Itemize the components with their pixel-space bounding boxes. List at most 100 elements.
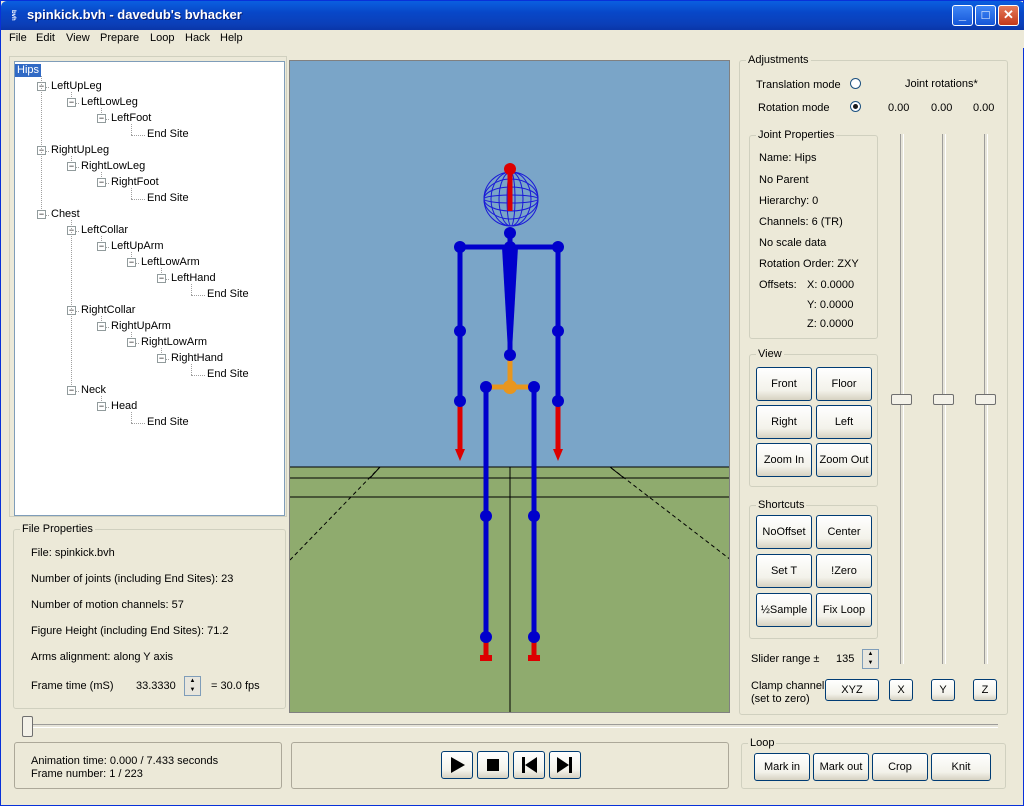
joint-hierarchy-tree[interactable]: Hips − LeftUpLeg − LeftLowLeg − LeftFoot End Si… — [14, 61, 285, 516]
tree-node[interactable]: End Site — [147, 416, 189, 429]
center-button[interactable]: Center — [816, 515, 872, 549]
fix-loop-button[interactable]: Fix Loop — [816, 593, 872, 627]
stop-button[interactable] — [477, 751, 509, 779]
tree-node[interactable]: LeftCollar — [81, 224, 128, 237]
3d-viewport[interactable] — [289, 60, 730, 713]
collapse-icon[interactable]: − — [127, 258, 136, 267]
tree-node[interactable]: Hips — [15, 64, 42, 77]
collapse-icon[interactable]: − — [97, 322, 106, 331]
tree-connector — [131, 423, 145, 424]
nooffset-button[interactable]: NoOffset — [756, 515, 812, 549]
crop-button[interactable]: Crop — [872, 753, 928, 781]
tree-node[interactable]: RightHand — [171, 352, 223, 365]
collapse-icon[interactable]: − — [97, 178, 106, 187]
clamp-channel-sublabel: (set to zero) — [751, 693, 810, 705]
joint-rotations-label: Joint rotations* — [905, 78, 978, 90]
spinner-down-icon[interactable]: ▼ — [185, 686, 200, 695]
set-t-button[interactable]: Set T — [756, 554, 812, 588]
tree-node[interactable]: LeftUpLeg — [51, 80, 102, 93]
right-view-button[interactable]: Right — [756, 405, 812, 439]
tree-node[interactable]: RightLowArm — [141, 336, 207, 349]
tree-node[interactable]: Head — [111, 400, 137, 413]
tree-node[interactable]: LeftLowLeg — [81, 96, 138, 109]
tree-connector — [71, 220, 72, 391]
collapse-icon[interactable]: − — [67, 98, 76, 107]
menu-help[interactable]: Help — [220, 32, 243, 44]
arms-alignment: Arms alignment: along Y axis — [31, 651, 174, 663]
offset-x: X: 0.0000 — [807, 279, 855, 291]
maximize-button[interactable]: □ — [975, 5, 996, 26]
timeline-slider-thumb[interactable] — [22, 716, 33, 737]
rotation-z-slider-thumb[interactable] — [975, 394, 996, 405]
zero-button[interactable]: !Zero — [816, 554, 872, 588]
channel-count: Number of motion channels: 57 — [31, 599, 184, 611]
minimize-button[interactable]: _ — [952, 5, 973, 26]
tree-node[interactable]: RightFoot — [111, 176, 159, 189]
mark-out-button[interactable]: Mark out — [813, 753, 869, 781]
half-sample-button[interactable]: ½Sample — [756, 593, 812, 627]
collapse-icon[interactable]: − — [97, 242, 106, 251]
frame-time-spinner[interactable]: ▲ ▼ — [184, 676, 201, 696]
timeline-slider-track[interactable] — [23, 724, 998, 728]
tree-connector — [131, 124, 132, 135]
zoom-out-button[interactable]: Zoom Out — [816, 443, 872, 477]
tree-node[interactable]: End Site — [147, 128, 189, 141]
tree-node[interactable]: LeftLowArm — [141, 256, 200, 269]
tree-node[interactable]: End Site — [207, 288, 249, 301]
tree-node[interactable]: Neck — [81, 384, 106, 397]
spinner-up-icon[interactable]: ▲ — [185, 677, 200, 686]
clamp-z-button[interactable]: Z — [973, 679, 997, 701]
frame-number: Frame number: 1 / 223 — [31, 768, 143, 780]
play-button[interactable] — [441, 751, 473, 779]
collapse-icon[interactable]: − — [67, 162, 76, 171]
clamp-y-button[interactable]: Y — [931, 679, 955, 701]
menu-loop[interactable]: Loop — [150, 32, 174, 44]
knit-button[interactable]: Knit — [931, 753, 991, 781]
last-frame-button[interactable] — [549, 751, 581, 779]
tree-node[interactable]: RightCollar — [81, 304, 135, 317]
zoom-in-button[interactable]: Zoom In — [756, 443, 812, 477]
figure-canvas[interactable] — [290, 61, 730, 713]
tree-node[interactable]: LeftHand — [171, 272, 216, 285]
close-button[interactable]: ✕ — [998, 5, 1019, 26]
collapse-icon[interactable]: − — [97, 402, 106, 411]
tree-node[interactable]: RightUpArm — [111, 320, 171, 333]
collapse-icon[interactable]: − — [127, 338, 136, 347]
menu-edit[interactable]: Edit — [36, 32, 55, 44]
menu-hack[interactable]: Hack — [185, 32, 210, 44]
translation-mode-radio[interactable] — [850, 78, 861, 89]
tree-node[interactable]: LeftUpArm — [111, 240, 164, 253]
menu-prepare[interactable]: Prepare — [100, 32, 139, 44]
clamp-x-button[interactable]: X — [889, 679, 913, 701]
menu-file[interactable]: File — [9, 32, 27, 44]
rotation-x-slider-thumb[interactable] — [891, 394, 912, 405]
collapse-icon[interactable]: − — [157, 354, 166, 363]
mark-in-button[interactable]: Mark in — [754, 753, 810, 781]
tree-node[interactable]: End Site — [147, 192, 189, 205]
tree-node[interactable]: End Site — [207, 368, 249, 381]
tree-node[interactable]: Chest — [51, 208, 80, 221]
front-view-button[interactable]: Front — [756, 367, 812, 401]
first-frame-button[interactable] — [513, 751, 545, 779]
slider-range-spinner[interactable]: ▲ ▼ — [862, 649, 879, 669]
stop-icon — [487, 759, 499, 771]
clamp-xyz-button[interactable]: XYZ — [825, 679, 879, 701]
tree-node[interactable]: RightUpLeg — [51, 144, 109, 157]
menu-view[interactable]: View — [66, 32, 90, 44]
collapse-icon[interactable]: − — [67, 386, 76, 395]
collapse-icon[interactable]: − — [97, 114, 106, 123]
title-bar[interactable]: bvh spinkick.bvh - davedub's bvhacker _ … — [1, 1, 1024, 30]
collapse-icon[interactable]: − — [37, 210, 46, 219]
spinner-down-icon[interactable]: ▼ — [863, 659, 878, 668]
hips-root-joint[interactable] — [503, 380, 517, 394]
collapse-icon[interactable]: − — [157, 274, 166, 283]
left-view-button[interactable]: Left — [816, 405, 872, 439]
frame-time-value[interactable]: 33.3330 — [136, 680, 176, 692]
slider-range-value[interactable]: 135 — [836, 653, 854, 665]
rotation-mode-radio[interactable] — [850, 101, 861, 112]
rotation-y-slider-thumb[interactable] — [933, 394, 954, 405]
skip-back-icon — [522, 757, 537, 773]
spinner-up-icon[interactable]: ▲ — [863, 650, 878, 659]
floor-view-button[interactable]: Floor — [816, 367, 872, 401]
tree-node[interactable]: RightLowLeg — [81, 160, 145, 173]
